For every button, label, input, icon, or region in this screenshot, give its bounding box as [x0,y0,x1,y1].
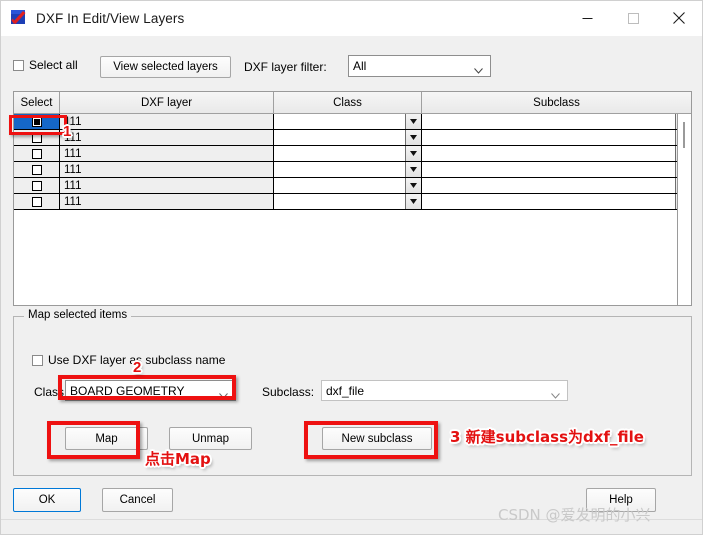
row-class-cell[interactable] [274,146,422,161]
row-dxf-layer-cell[interactable]: 111 [60,162,274,177]
dxf-layers-table: Select DXF layer Class Subclass 111 111 11… [13,91,692,306]
unmap-button[interactable]: Unmap [169,427,252,450]
row-dxf-layer-cell[interactable]: 111 [60,194,274,209]
table-row[interactable]: 111 [14,178,691,194]
row-select-cell[interactable] [14,130,60,145]
row-class-cell[interactable] [274,194,422,209]
chevron-down-icon [219,388,228,399]
map-group-title: Map selected items [24,309,132,321]
table-row[interactable]: 111 [14,194,691,210]
subclass-combo[interactable]: dxf_file [321,380,568,401]
row-select-checkbox[interactable] [31,180,42,191]
row-select-cell[interactable] [14,178,60,193]
row-subclass-cell[interactable] [422,178,691,193]
row-select-checkbox[interactable] [31,164,42,175]
title-bar: DXF In Edit/View Layers [1,1,702,36]
dxf-app-icon [10,9,28,27]
select-all-label: Select all [29,58,78,72]
table-scrollbar[interactable] [677,114,691,305]
row-class-cell[interactable] [274,130,422,145]
row-dxf-layer-cell[interactable]: 111 [60,146,274,161]
cancel-button-label: Cancel [119,494,156,506]
table-body: 111 111 111 111 111 111 [14,114,691,210]
chevron-down-icon[interactable] [405,114,421,129]
table-row[interactable]: 111 [14,146,691,162]
window-controls [564,1,702,35]
table-scrollbar-thumb[interactable] [683,122,685,148]
subclass-value: dxf_file [326,383,365,398]
ok-button-label: OK [38,494,56,506]
ok-button[interactable]: OK [13,488,81,512]
map-selected-items-group: Map selected items Use DXF layer as subc… [13,309,692,476]
row-select-checkbox[interactable] [31,132,42,143]
class-combo[interactable]: BOARD GEOMETRY [65,380,236,401]
class-label: Class: [34,385,68,399]
new-subclass-button-label: New subclass [341,432,413,445]
view-selected-layers-button[interactable]: View selected layers [100,56,231,78]
dxf-layer-filter-value: All [353,59,367,73]
table-header: Select DXF layer Class Subclass [14,92,691,114]
row-subclass-cell[interactable] [422,130,691,145]
row-select-cell[interactable] [14,162,60,177]
row-subclass-cell[interactable] [422,114,691,129]
row-select-checkbox[interactable] [31,196,42,207]
column-header-class[interactable]: Class [274,92,422,114]
row-select-checkbox[interactable] [31,148,42,159]
dxf-layer-filter-combo[interactable]: All [348,55,491,77]
row-select-cell[interactable] [14,194,60,209]
row-subclass-cell[interactable] [422,194,691,209]
use-dxf-layer-as-subclass-checkbox[interactable]: Use DXF layer as subclass name [32,353,225,367]
row-select-checkbox[interactable] [31,116,42,127]
row-subclass-cell[interactable] [422,162,691,177]
class-value: BOARD GEOMETRY [70,383,185,398]
row-class-cell[interactable] [274,114,422,129]
row-dxf-layer-cell[interactable]: 111 [60,130,274,145]
chevron-down-icon[interactable] [405,162,421,177]
row-subclass-cell[interactable] [422,146,691,161]
chevron-down-icon[interactable] [405,146,421,161]
select-all-checkbox[interactable]: Select all [13,58,78,72]
map-button[interactable]: Map [65,427,148,450]
chevron-down-icon[interactable] [405,130,421,145]
chevron-down-icon[interactable] [405,178,421,193]
map-button-label: Map [95,432,118,445]
view-selected-layers-label: View selected layers [113,61,218,73]
row-dxf-layer-cell[interactable]: 111 [60,114,274,129]
row-select-cell[interactable] [14,146,60,161]
close-icon[interactable] [656,1,702,35]
minimize-icon[interactable] [564,1,610,35]
unmap-button-label: Unmap [191,432,230,445]
chevron-down-icon[interactable] [405,194,421,209]
subclass-label: Subclass: [262,385,315,399]
window-title: DXF In Edit/View Layers [36,10,185,26]
table-row[interactable]: 111 [14,114,691,130]
new-subclass-button[interactable]: New subclass [322,427,432,450]
row-dxf-layer-cell[interactable]: 111 [60,178,274,193]
row-class-cell[interactable] [274,162,422,177]
csdn-watermark: CSDN @爱发明的小兴 [498,506,651,524]
chevron-down-icon [551,388,560,399]
column-header-subclass[interactable]: Subclass [422,92,691,114]
maximize-icon[interactable] [610,1,656,35]
table-row[interactable]: 111 [14,130,691,146]
table-row[interactable]: 111 [14,162,691,178]
row-select-cell[interactable] [14,114,60,129]
row-class-cell[interactable] [274,178,422,193]
column-header-select[interactable]: Select [14,92,60,114]
use-dxf-layer-box [32,354,43,366]
use-dxf-layer-label: Use DXF layer as subclass name [48,353,226,367]
dxf-layer-filter-label: DXF layer filter: [244,60,327,74]
select-all-box [13,59,24,71]
column-header-dxf-layer[interactable]: DXF layer [60,92,274,114]
chevron-down-icon [474,63,483,74]
cancel-button[interactable]: Cancel [102,488,173,512]
dxf-layers-dialog: DXF In Edit/View Layers Select all View … [0,0,703,535]
